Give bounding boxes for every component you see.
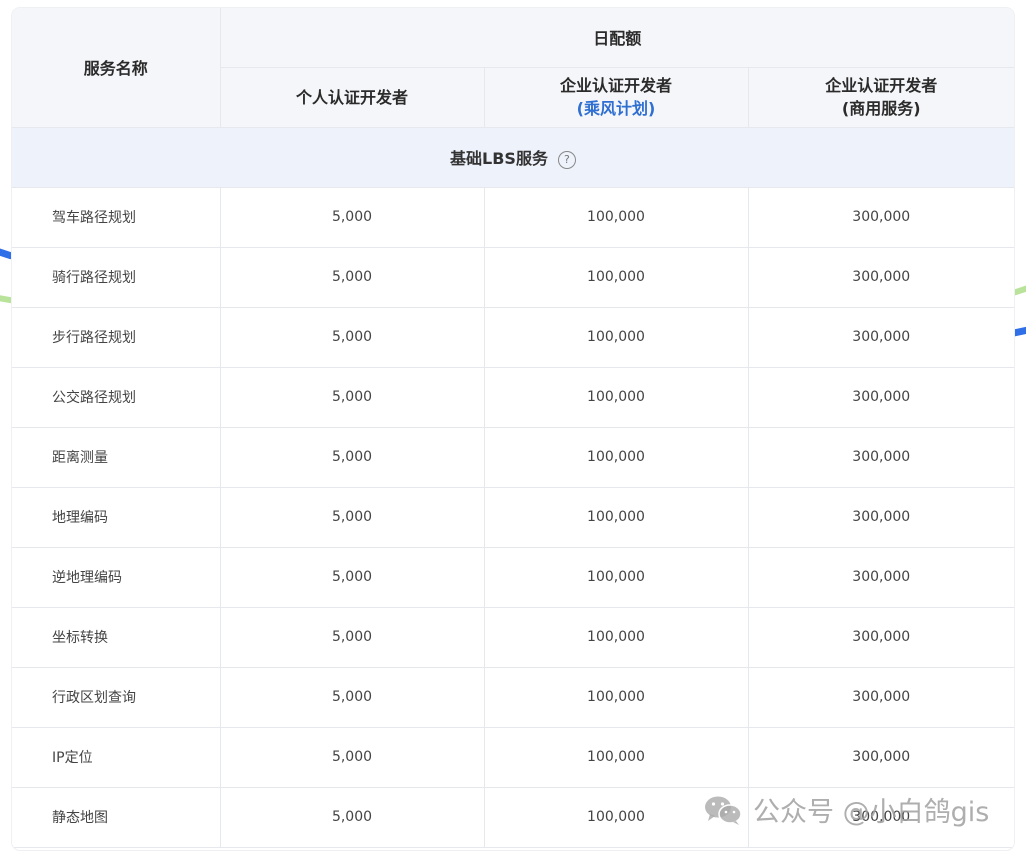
table-row: IP定位 5,000 100,000 300,000 bbox=[12, 726, 1014, 788]
table-row: 公交路径规划 5,000 100,000 300,000 bbox=[12, 366, 1014, 428]
table-row: 坐标转换 5,000 100,000 300,000 bbox=[12, 606, 1014, 668]
personal-quota-cell: 5,000 bbox=[219, 186, 485, 248]
enterprise-plan-quota-cell: 100,000 bbox=[483, 486, 749, 548]
question-circle-icon[interactable]: ? bbox=[557, 151, 576, 169]
enterprise-plan-quota-cell: 100,000 bbox=[483, 426, 749, 488]
service-name-cell: 静态地图 bbox=[12, 786, 221, 848]
personal-quota-cell: 5,000 bbox=[219, 426, 485, 488]
header-daily-quota: 日配额 bbox=[219, 8, 1014, 68]
enterprise-plan-quota-cell: 100,000 bbox=[483, 666, 749, 728]
header-enterprise-plan-note: (乘风计划) bbox=[576, 99, 656, 118]
personal-quota-cell: 5,000 bbox=[219, 546, 485, 608]
personal-quota-cell: 5,000 bbox=[219, 606, 485, 668]
personal-quota-cell: 5,000 bbox=[219, 486, 485, 548]
personal-quota-cell: 5,000 bbox=[219, 366, 485, 428]
table-row: 逆地理编码 5,000 100,000 300,000 bbox=[12, 546, 1014, 608]
quota-table: 服务名称 日配额 个人认证开发者 企业认证开发者 (乘风计划) 企业认证开发者 … bbox=[12, 8, 1014, 848]
header-personal-label: 个人认证开发者 bbox=[295, 87, 408, 107]
service-name-cell: IP定位 bbox=[12, 726, 221, 788]
enterprise-plan-quota-cell: 100,000 bbox=[483, 366, 749, 428]
personal-quota-cell: 5,000 bbox=[219, 246, 485, 308]
enterprise-plan-quota-cell: 100,000 bbox=[483, 246, 749, 308]
enterprise-commercial-quota-cell: 300,000 bbox=[747, 666, 1014, 728]
enterprise-commercial-quota-cell: 300,000 bbox=[747, 726, 1014, 788]
service-name-cell: 骑行路径规划 bbox=[12, 246, 221, 308]
header-enterprise-commercial-label: 企业认证开发者 bbox=[825, 76, 938, 95]
service-name-cell: 步行路径规划 bbox=[12, 306, 221, 368]
table-row: 行政区划查询 5,000 100,000 300,000 bbox=[12, 666, 1014, 728]
watermark: 公众号 @小白鸽gis bbox=[703, 790, 989, 829]
personal-quota-cell: 5,000 bbox=[219, 666, 485, 728]
quota-table-card: 服务名称 日配额 个人认证开发者 企业认证开发者 (乘风计划) 企业认证开发者 … bbox=[12, 8, 1014, 850]
service-name-cell: 地理编码 bbox=[12, 486, 221, 548]
enterprise-commercial-quota-cell: 300,000 bbox=[747, 486, 1014, 548]
table-row: 步行路径规划 5,000 100,000 300,000 bbox=[12, 306, 1014, 368]
enterprise-commercial-quota-cell: 300,000 bbox=[747, 186, 1014, 248]
section-header: 基础LBS服务? bbox=[12, 126, 1014, 188]
header-enterprise-plan: 企业认证开发者 (乘风计划) bbox=[483, 66, 749, 128]
table-row: 地理编码 5,000 100,000 300,000 bbox=[12, 486, 1014, 548]
wechat-icon bbox=[705, 796, 742, 825]
service-name-cell: 驾车路径规划 bbox=[12, 186, 221, 248]
personal-quota-cell: 5,000 bbox=[219, 726, 485, 788]
header-enterprise-commercial-note: (商用服务) bbox=[841, 99, 921, 118]
header-enterprise-plan-label: 企业认证开发者 bbox=[559, 76, 672, 95]
enterprise-plan-quota-cell: 100,000 bbox=[483, 546, 749, 608]
service-name-cell: 距离测量 bbox=[12, 426, 221, 488]
enterprise-commercial-quota-cell: 300,000 bbox=[747, 366, 1014, 428]
header-personal-developer: 个人认证开发者 bbox=[220, 66, 485, 128]
enterprise-plan-quota-cell: 100,000 bbox=[483, 306, 749, 368]
header-service-name: 服务名称 bbox=[12, 8, 221, 128]
personal-quota-cell: 5,000 bbox=[219, 306, 485, 368]
enterprise-commercial-quota-cell: 300,000 bbox=[747, 246, 1014, 308]
personal-quota-cell: 5,000 bbox=[219, 786, 485, 848]
enterprise-plan-quota-cell: 100,000 bbox=[483, 606, 749, 668]
table-row: 骑行路径规划 5,000 100,000 300,000 bbox=[12, 246, 1014, 308]
table-row: 驾车路径规划 5,000 100,000 300,000 bbox=[12, 186, 1014, 248]
enterprise-commercial-quota-cell: 300,000 bbox=[747, 306, 1014, 368]
service-name-cell: 行政区划查询 bbox=[12, 666, 221, 728]
watermark-text: 公众号 @小白鸽gis bbox=[753, 797, 990, 828]
enterprise-commercial-quota-cell: 300,000 bbox=[747, 606, 1014, 668]
enterprise-commercial-quota-cell: 300,000 bbox=[747, 546, 1014, 608]
enterprise-commercial-quota-cell: 300,000 bbox=[747, 426, 1014, 488]
service-name-cell: 公交路径规划 bbox=[12, 366, 221, 428]
enterprise-plan-quota-cell: 100,000 bbox=[483, 186, 749, 248]
service-name-cell: 坐标转换 bbox=[12, 606, 221, 668]
section-title: 基础LBS服务 bbox=[450, 149, 548, 168]
enterprise-plan-quota-cell: 100,000 bbox=[483, 726, 749, 788]
service-name-cell: 逆地理编码 bbox=[12, 546, 221, 608]
table-row: 距离测量 5,000 100,000 300,000 bbox=[12, 426, 1014, 488]
header-enterprise-commercial: 企业认证开发者 (商用服务) bbox=[747, 66, 1014, 128]
